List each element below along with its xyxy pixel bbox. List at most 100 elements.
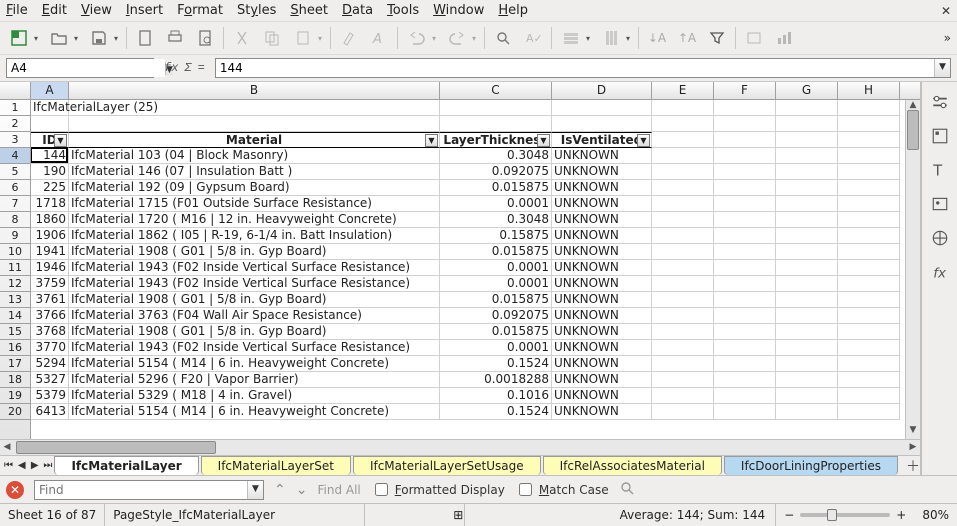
redo-button[interactable] — [444, 26, 478, 50]
cell[interactable] — [714, 292, 776, 308]
chart-button[interactable] — [772, 26, 796, 50]
column-button[interactable] — [598, 26, 632, 50]
cell[interactable]: 0.092075 — [440, 164, 552, 180]
cell[interactable] — [838, 276, 900, 292]
cell[interactable] — [714, 372, 776, 388]
cell[interactable] — [838, 388, 900, 404]
cell[interactable] — [776, 388, 838, 404]
find-prev-icon[interactable]: ⌃ — [274, 482, 286, 498]
zoom-slider-knob[interactable] — [827, 509, 837, 521]
row-header[interactable]: 17 — [0, 356, 30, 372]
sidebar-functions-icon[interactable]: fx — [928, 260, 952, 284]
cell[interactable]: 3768 — [31, 324, 69, 340]
cell[interactable]: UNKNOWN — [552, 404, 652, 420]
sidebar-navigator-icon[interactable] — [928, 226, 952, 250]
menu-window[interactable]: Window — [433, 3, 484, 18]
cell[interactable] — [714, 164, 776, 180]
cell[interactable]: 0.0018288 — [440, 372, 552, 388]
cell[interactable] — [838, 212, 900, 228]
row-header[interactable]: 20 — [0, 404, 30, 420]
col-header-h[interactable]: H — [838, 82, 900, 99]
row-header[interactable]: 8 — [0, 212, 30, 228]
cell[interactable]: IfcMaterial 5329 ( M18 | 4 in. Gravel) — [69, 388, 440, 404]
autofilter-button[interactable] — [705, 26, 729, 50]
autofilter-dropdown-icon[interactable]: ▼ — [54, 134, 67, 147]
cell[interactable]: 1860 — [31, 212, 69, 228]
col-header-g[interactable]: G — [776, 82, 838, 99]
cell[interactable]: 0.092075 — [440, 308, 552, 324]
cell[interactable] — [838, 132, 900, 148]
sidebar-properties-icon[interactable] — [928, 124, 952, 148]
cell[interactable]: IfcMaterial 146 (07 | Insulation Batt ) — [69, 164, 440, 180]
image-button[interactable] — [742, 26, 766, 50]
cell[interactable] — [776, 116, 838, 132]
cell[interactable]: UNKNOWN — [552, 340, 652, 356]
menu-styles[interactable]: Styles — [237, 3, 276, 18]
cell[interactable]: 1906 — [31, 228, 69, 244]
find-options-icon[interactable] — [619, 480, 635, 500]
tab-nav-next-icon[interactable]: ▶ — [28, 458, 41, 474]
cell[interactable] — [838, 356, 900, 372]
cell[interactable] — [714, 180, 776, 196]
cell[interactable] — [776, 100, 838, 116]
save-button[interactable] — [86, 26, 120, 50]
cell[interactable]: UNKNOWN — [552, 372, 652, 388]
row-header[interactable]: 9 — [0, 228, 30, 244]
cell[interactable]: UNKNOWN — [552, 276, 652, 292]
find-dropdown-icon[interactable]: ▼ — [247, 481, 263, 499]
cell-grid[interactable]: IfcMaterialLayer (25)ID▼Material▼LayerTh… — [31, 100, 905, 439]
cell[interactable] — [652, 388, 714, 404]
cell[interactable] — [838, 372, 900, 388]
cell[interactable]: IfcMaterial 5296 ( F20 | Vapor Barrier) — [69, 372, 440, 388]
cell[interactable] — [652, 324, 714, 340]
col-header-d[interactable]: D — [552, 82, 652, 99]
cell-reference-input[interactable] — [7, 59, 165, 77]
cell[interactable]: 1946 — [31, 260, 69, 276]
cell[interactable]: IfcMaterial 1943 (F02 Inside Vertical Su… — [69, 340, 440, 356]
cell[interactable] — [838, 228, 900, 244]
cell[interactable]: 225 — [31, 180, 69, 196]
cell[interactable]: UNKNOWN — [552, 228, 652, 244]
print-button[interactable] — [163, 26, 187, 50]
sidebar-styles-icon[interactable]: T — [928, 158, 952, 182]
zoom-out-icon[interactable]: − — [784, 508, 794, 522]
cell[interactable] — [838, 164, 900, 180]
cell[interactable] — [652, 372, 714, 388]
cell[interactable] — [838, 324, 900, 340]
cell[interactable] — [838, 340, 900, 356]
cell[interactable]: IfcMaterial 1715 (F01 Outside Surface Re… — [69, 196, 440, 212]
undo-button[interactable] — [404, 26, 438, 50]
cell[interactable] — [69, 100, 440, 116]
cell[interactable] — [838, 244, 900, 260]
cell[interactable]: UNKNOWN — [552, 164, 652, 180]
cell[interactable] — [776, 276, 838, 292]
cell[interactable] — [776, 324, 838, 340]
row-header[interactable]: 13 — [0, 292, 30, 308]
find-input[interactable] — [35, 481, 247, 499]
cell[interactable] — [714, 196, 776, 212]
zoom-percent[interactable]: 80% — [914, 504, 957, 526]
cell[interactable]: UNKNOWN — [552, 292, 652, 308]
cell[interactable] — [652, 148, 714, 164]
cell[interactable]: 3766 — [31, 308, 69, 324]
cell[interactable] — [652, 196, 714, 212]
sheet-tab-2[interactable]: IfcMaterialLayerSet — [201, 456, 351, 475]
cell[interactable] — [652, 404, 714, 420]
row-header[interactable]: 19 — [0, 388, 30, 404]
row-header[interactable]: 18 — [0, 372, 30, 388]
cell[interactable]: IfcMaterial 1943 (F02 Inside Vertical Su… — [69, 260, 440, 276]
cell[interactable] — [714, 228, 776, 244]
cell[interactable]: 0.0001 — [440, 276, 552, 292]
sheet-tab-active[interactable]: IfcMaterialLayer — [54, 456, 198, 475]
cell[interactable]: IfcMaterial 5154 ( M14 | 6 in. Heavyweig… — [69, 356, 440, 372]
cell[interactable]: UNKNOWN — [552, 196, 652, 212]
cell[interactable] — [714, 388, 776, 404]
add-sheet-icon[interactable]: ＋ — [906, 456, 920, 476]
cell[interactable] — [714, 404, 776, 420]
cell[interactable]: UNKNOWN — [552, 244, 652, 260]
cell[interactable] — [552, 116, 652, 132]
cell[interactable]: 0.0001 — [440, 340, 552, 356]
cell[interactable]: 144 — [31, 148, 69, 164]
select-all-corner[interactable] — [0, 82, 31, 99]
cell[interactable] — [714, 260, 776, 276]
